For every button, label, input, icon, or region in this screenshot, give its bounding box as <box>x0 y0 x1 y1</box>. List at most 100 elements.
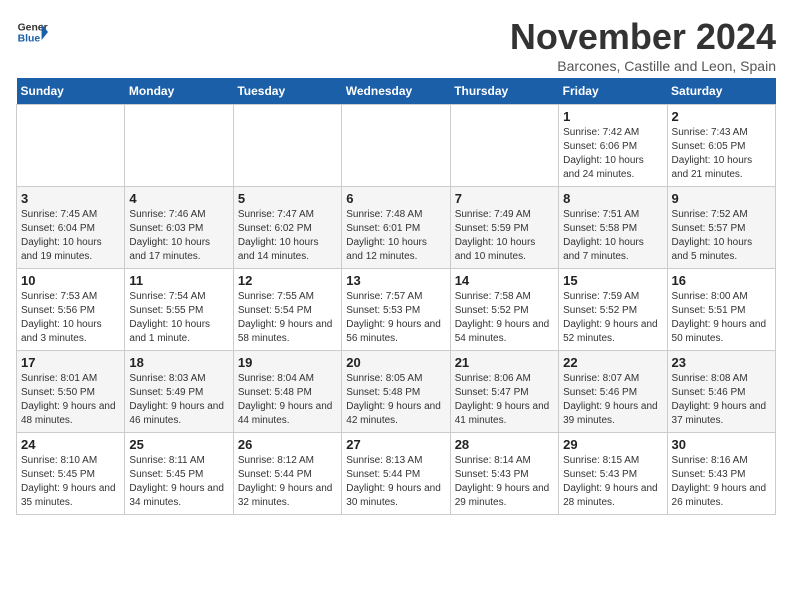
calendar-cell: 29 Sunrise: 8:15 AM Sunset: 5:43 PM Dayli… <box>559 433 667 515</box>
calendar-cell: 9 Sunrise: 7:52 AM Sunset: 5:57 PM Daylig… <box>667 187 775 269</box>
day-info: Sunrise: 8:07 AM Sunset: 5:46 PM Dayligh… <box>563 372 662 428</box>
day-number: 3 <box>21 191 120 206</box>
calendar-cell: 20 Sunrise: 8:05 AM Sunset: 5:48 PM Dayli… <box>342 351 450 433</box>
day-info: Sunrise: 7:58 AM Sunset: 5:52 PM Dayligh… <box>455 290 554 346</box>
calendar-cell: 22 Sunrise: 8:07 AM Sunset: 5:46 PM Dayli… <box>559 351 667 433</box>
calendar-cell: 15 Sunrise: 7:59 AM Sunset: 5:52 PM Dayli… <box>559 269 667 351</box>
calendar-cell <box>17 105 125 187</box>
weekday-header-row: SundayMondayTuesdayWednesdayThursdayFrid… <box>17 78 776 105</box>
calendar-cell: 11 Sunrise: 7:54 AM Sunset: 5:55 PM Dayli… <box>125 269 233 351</box>
day-number: 19 <box>238 355 337 370</box>
day-number: 9 <box>672 191 771 206</box>
logo-icon: General Blue <box>16 16 48 48</box>
week-row-1: 1 Sunrise: 7:42 AM Sunset: 6:06 PM Daylig… <box>17 105 776 187</box>
day-number: 23 <box>672 355 771 370</box>
calendar-cell: 3Sunrise: 7:45 AM Sunset: 6:04 PM Daylig… <box>17 187 125 269</box>
calendar-cell: 10 Sunrise: 7:53 AM Sunset: 5:56 PM Dayli… <box>17 269 125 351</box>
day-number: 25 <box>129 437 228 452</box>
day-info: Sunrise: 8:00 AM Sunset: 5:51 PM Dayligh… <box>672 290 771 346</box>
week-row-3: 10 Sunrise: 7:53 AM Sunset: 5:56 PM Dayli… <box>17 269 776 351</box>
title-section: November 2024 Barcones, Castille and Leo… <box>510 16 776 74</box>
calendar-cell: 26 Sunrise: 8:12 AM Sunset: 5:44 PM Dayli… <box>233 433 341 515</box>
calendar-cell: 14 Sunrise: 7:58 AM Sunset: 5:52 PM Dayli… <box>450 269 558 351</box>
calendar-cell: 23Sunrise: 8:08 AM Sunset: 5:46 PM Dayli… <box>667 351 775 433</box>
weekday-header-sunday: Sunday <box>17 78 125 105</box>
day-number: 6 <box>346 191 445 206</box>
day-number: 17 <box>21 355 120 370</box>
calendar-cell: 12 Sunrise: 7:55 AM Sunset: 5:54 PM Dayli… <box>233 269 341 351</box>
day-info: Sunrise: 8:06 AM Sunset: 5:47 PM Dayligh… <box>455 372 554 428</box>
logo: General Blue <box>16 16 48 48</box>
calendar-cell: 24Sunrise: 8:10 AM Sunset: 5:45 PM Dayli… <box>17 433 125 515</box>
day-number: 1 <box>563 109 662 124</box>
calendar-cell <box>125 105 233 187</box>
day-info: Sunrise: 7:43 AM Sunset: 6:05 PM Dayligh… <box>672 126 771 182</box>
day-info: Sunrise: 8:11 AM Sunset: 5:45 PM Dayligh… <box>129 454 228 510</box>
weekday-header-thursday: Thursday <box>450 78 558 105</box>
calendar-cell: 18 Sunrise: 8:03 AM Sunset: 5:49 PM Dayli… <box>125 351 233 433</box>
day-info: Sunrise: 8:14 AM Sunset: 5:43 PM Dayligh… <box>455 454 554 510</box>
day-number: 20 <box>346 355 445 370</box>
location-subtitle: Barcones, Castille and Leon, Spain <box>510 58 776 74</box>
calendar-cell: 5 Sunrise: 7:47 AM Sunset: 6:02 PM Daylig… <box>233 187 341 269</box>
day-info: Sunrise: 8:05 AM Sunset: 5:48 PM Dayligh… <box>346 372 445 428</box>
calendar-cell: 16 Sunrise: 8:00 AM Sunset: 5:51 PM Dayli… <box>667 269 775 351</box>
calendar-cell: 6 Sunrise: 7:48 AM Sunset: 6:01 PM Daylig… <box>342 187 450 269</box>
day-info: Sunrise: 8:16 AM Sunset: 5:43 PM Dayligh… <box>672 454 771 510</box>
calendar-cell <box>450 105 558 187</box>
day-number: 30 <box>672 437 771 452</box>
day-info: Sunrise: 8:15 AM Sunset: 5:43 PM Dayligh… <box>563 454 662 510</box>
day-info: Sunrise: 7:51 AM Sunset: 5:58 PM Dayligh… <box>563 208 662 264</box>
weekday-header-saturday: Saturday <box>667 78 775 105</box>
day-number: 4 <box>129 191 228 206</box>
month-title: November 2024 <box>510 16 776 58</box>
day-info: Sunrise: 7:49 AM Sunset: 5:59 PM Dayligh… <box>455 208 554 264</box>
day-info: Sunrise: 8:04 AM Sunset: 5:48 PM Dayligh… <box>238 372 337 428</box>
day-info: Sunrise: 8:13 AM Sunset: 5:44 PM Dayligh… <box>346 454 445 510</box>
day-number: 22 <box>563 355 662 370</box>
svg-text:Blue: Blue <box>18 34 41 45</box>
day-number: 15 <box>563 273 662 288</box>
day-info: Sunrise: 8:12 AM Sunset: 5:44 PM Dayligh… <box>238 454 337 510</box>
day-number: 27 <box>346 437 445 452</box>
day-number: 10 <box>21 273 120 288</box>
day-number: 5 <box>238 191 337 206</box>
calendar-cell: 1 Sunrise: 7:42 AM Sunset: 6:06 PM Daylig… <box>559 105 667 187</box>
day-number: 29 <box>563 437 662 452</box>
day-info: Sunrise: 7:57 AM Sunset: 5:53 PM Dayligh… <box>346 290 445 346</box>
day-number: 7 <box>455 191 554 206</box>
day-number: 14 <box>455 273 554 288</box>
calendar-cell: 7 Sunrise: 7:49 AM Sunset: 5:59 PM Daylig… <box>450 187 558 269</box>
day-info: Sunrise: 7:47 AM Sunset: 6:02 PM Dayligh… <box>238 208 337 264</box>
day-info: Sunrise: 7:55 AM Sunset: 5:54 PM Dayligh… <box>238 290 337 346</box>
week-row-4: 17 Sunrise: 8:01 AM Sunset: 5:50 PM Dayli… <box>17 351 776 433</box>
weekday-header-friday: Friday <box>559 78 667 105</box>
calendar-cell: 19 Sunrise: 8:04 AM Sunset: 5:48 PM Dayli… <box>233 351 341 433</box>
day-info: Sunrise: 7:54 AM Sunset: 5:55 PM Dayligh… <box>129 290 228 346</box>
day-info: Sunrise: 7:53 AM Sunset: 5:56 PM Dayligh… <box>21 290 120 346</box>
day-info: Sunrise: 7:42 AM Sunset: 6:06 PM Dayligh… <box>563 126 662 182</box>
day-number: 13 <box>346 273 445 288</box>
day-number: 2 <box>672 109 771 124</box>
day-number: 16 <box>672 273 771 288</box>
day-info: Sunrise: 8:01 AM Sunset: 5:50 PM Dayligh… <box>21 372 120 428</box>
day-info: Sunrise: 8:03 AM Sunset: 5:49 PM Dayligh… <box>129 372 228 428</box>
calendar-cell: 13 Sunrise: 7:57 AM Sunset: 5:53 PM Dayli… <box>342 269 450 351</box>
day-info: Sunrise: 8:10 AM Sunset: 5:45 PM Dayligh… <box>21 454 120 510</box>
calendar-cell <box>233 105 341 187</box>
day-number: 18 <box>129 355 228 370</box>
weekday-header-tuesday: Tuesday <box>233 78 341 105</box>
day-number: 26 <box>238 437 337 452</box>
weekday-header-wednesday: Wednesday <box>342 78 450 105</box>
day-info: Sunrise: 7:52 AM Sunset: 5:57 PM Dayligh… <box>672 208 771 264</box>
day-info: Sunrise: 7:59 AM Sunset: 5:52 PM Dayligh… <box>563 290 662 346</box>
day-number: 11 <box>129 273 228 288</box>
calendar-cell: 17 Sunrise: 8:01 AM Sunset: 5:50 PM Dayli… <box>17 351 125 433</box>
day-number: 12 <box>238 273 337 288</box>
calendar-cell: 27 Sunrise: 8:13 AM Sunset: 5:44 PM Dayli… <box>342 433 450 515</box>
calendar-table: SundayMondayTuesdayWednesdayThursdayFrid… <box>16 78 776 515</box>
week-row-5: 24Sunrise: 8:10 AM Sunset: 5:45 PM Dayli… <box>17 433 776 515</box>
day-info: Sunrise: 7:48 AM Sunset: 6:01 PM Dayligh… <box>346 208 445 264</box>
calendar-cell: 25 Sunrise: 8:11 AM Sunset: 5:45 PM Dayli… <box>125 433 233 515</box>
day-info: Sunrise: 7:46 AM Sunset: 6:03 PM Dayligh… <box>129 208 228 264</box>
